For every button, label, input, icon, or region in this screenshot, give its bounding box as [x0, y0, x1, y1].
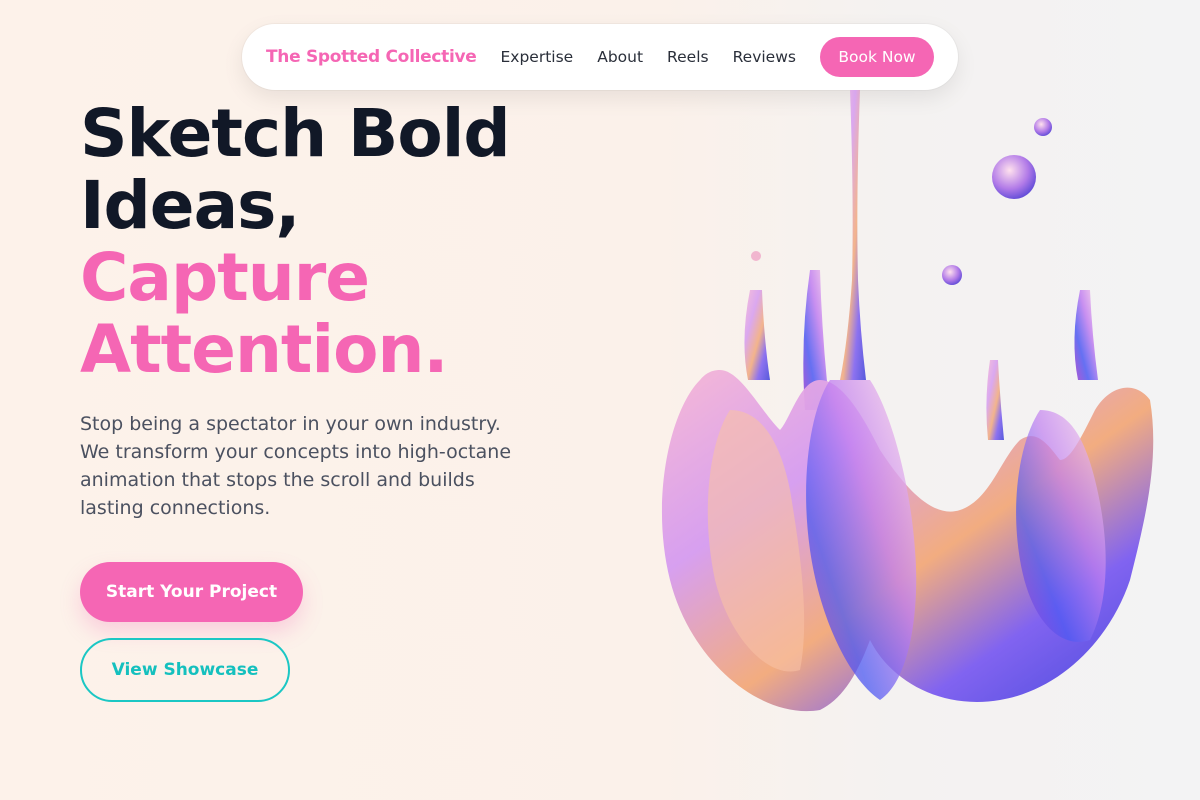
- nav-link-reels[interactable]: Reels: [667, 48, 709, 66]
- hero-title-line-4: Attention.: [80, 311, 449, 388]
- hero-title-line-2: Ideas,: [80, 167, 300, 244]
- start-project-button[interactable]: Start Your Project: [80, 562, 303, 622]
- nav-link-about[interactable]: About: [597, 48, 643, 66]
- hero-description: Stop being a spectator in your own indus…: [80, 413, 512, 519]
- hero-title-line-3: Capture: [80, 239, 370, 316]
- hero-title-line-1: Sketch Bold: [80, 95, 511, 172]
- book-now-button[interactable]: Book Now: [819, 37, 934, 77]
- nav-link-reviews[interactable]: Reviews: [733, 48, 796, 66]
- brand-logo[interactable]: The Spotted Collective: [266, 47, 477, 67]
- hero-title: Sketch Bold Ideas, Capture Attention.: [80, 95, 511, 388]
- liquid-splash-illustration: [661, 90, 1154, 712]
- view-showcase-button[interactable]: View Showcase: [80, 638, 290, 702]
- nav-link-expertise[interactable]: Expertise: [501, 48, 574, 66]
